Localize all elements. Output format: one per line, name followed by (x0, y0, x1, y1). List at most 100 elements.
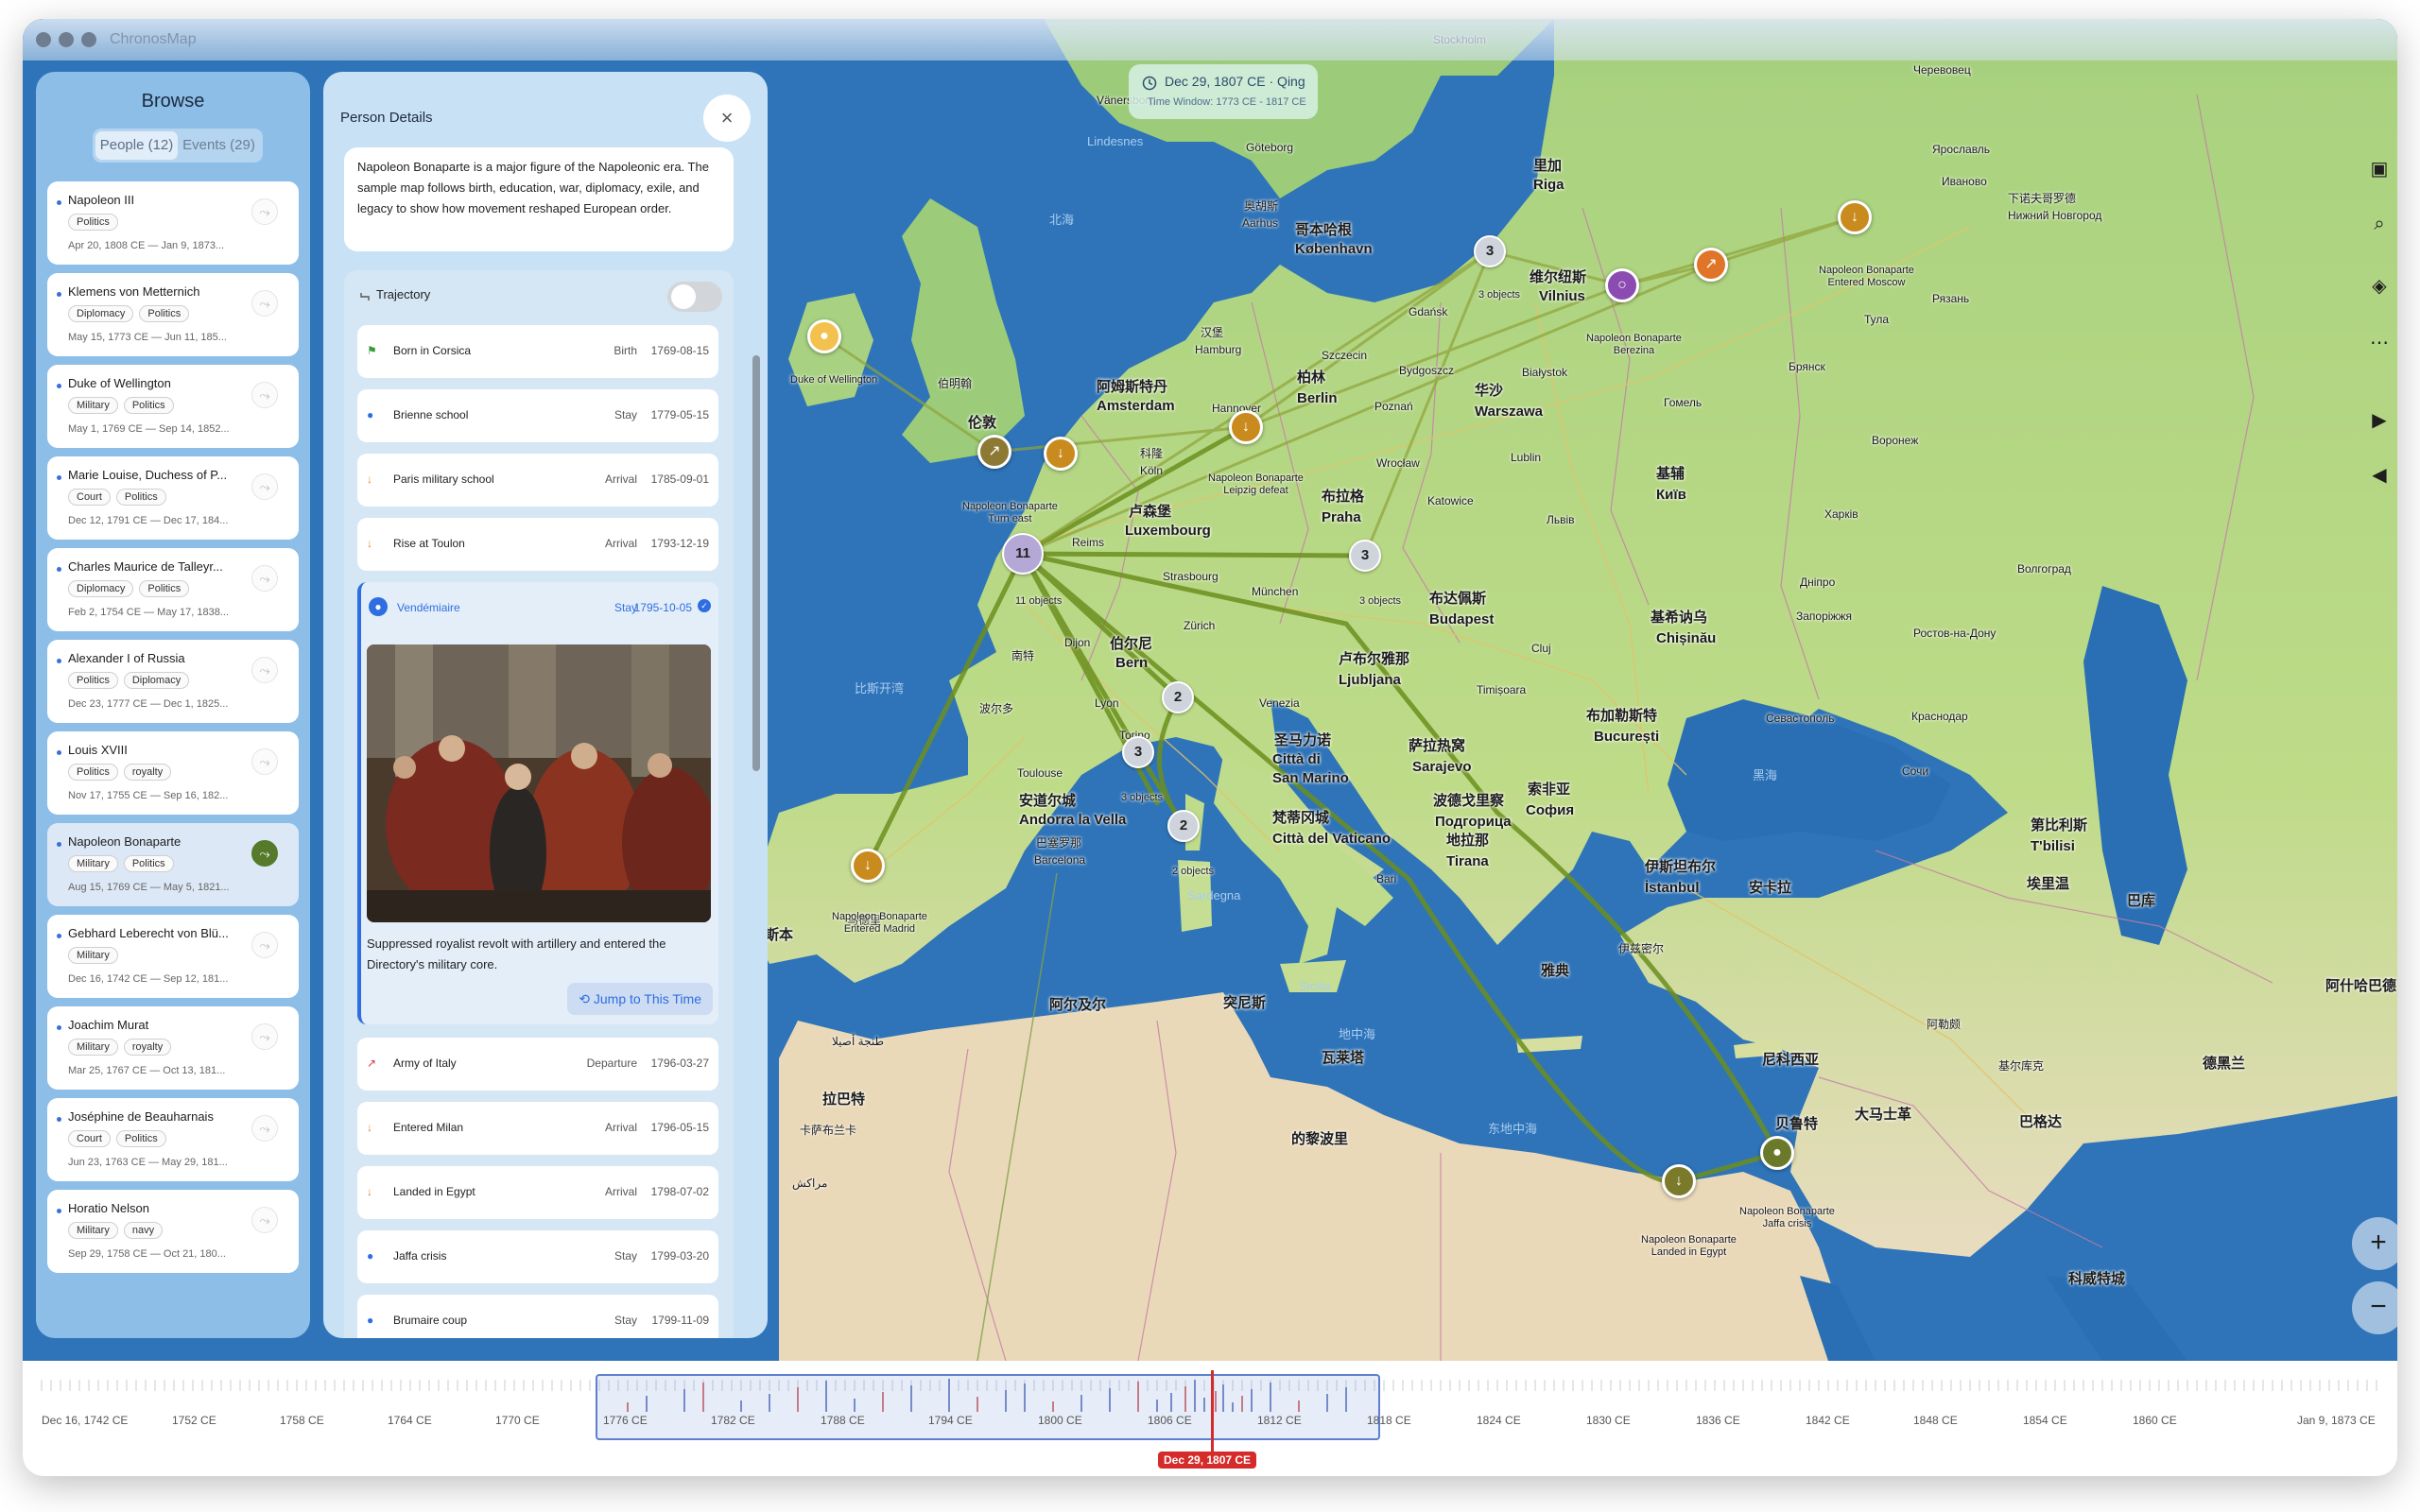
minimize-window-button[interactable] (59, 32, 74, 47)
marker-madrid[interactable]: ↓ (851, 849, 885, 883)
marker-jaffa[interactable]: ● (1760, 1136, 1794, 1170)
cluster-label: 2 objects (1172, 866, 1215, 877)
play-icon[interactable]: ▶ (2367, 408, 2392, 432)
city-label: مراكش (792, 1177, 828, 1190)
trajectory-toggle-icon[interactable]: ⤳ (251, 198, 278, 225)
trajectory-row[interactable]: ↓ Paris military school Arrival 1785-09-01 (357, 454, 718, 507)
bullet-dot (57, 934, 61, 938)
city-label: Рязань (1932, 292, 1970, 305)
row-date: 1785-09-01 (650, 472, 709, 486)
city-label: Воронеж (1872, 434, 1919, 447)
trajectory-toggle-icon[interactable]: ⤳ (251, 565, 278, 592)
layers-icon[interactable]: ◈ (2367, 274, 2392, 298)
current-date-chip[interactable]: Dec 29, 1807 CE · Qing Time Window: 1773… (1129, 64, 1318, 119)
search-icon[interactable]: ⌕ (2367, 214, 2392, 235)
person-card[interactable]: Marie Louise, Duchess of P... Court Politi… (47, 456, 299, 540)
trajectory-toggle-icon[interactable]: ⤳ (251, 840, 278, 867)
person-card[interactable]: Alexander I of Russia Politics Diplomacy De… (47, 640, 299, 723)
row-label: Entered Milan (393, 1121, 464, 1134)
marker-moscow[interactable]: ↓ (1838, 200, 1872, 234)
tab-people[interactable]: People (12) (95, 131, 178, 160)
person-icon: ● (367, 1249, 374, 1263)
trajectory-row[interactable]: ↓ Landed in Egypt Arrival 1798-07-02 (357, 1166, 718, 1219)
close-details-button[interactable]: × (703, 94, 751, 142)
person-dates: Mar 25, 1767 CE — Oct 13, 181... (68, 1065, 226, 1076)
marker-berezina[interactable]: ○ (1605, 268, 1639, 302)
timeline-tick-label: 1860 CE (2133, 1414, 2177, 1427)
trajectory-toggle-icon[interactable]: ⤳ (251, 657, 278, 683)
trajectory-toggle-icon[interactable]: ⤳ (251, 1207, 278, 1233)
person-card[interactable]: Napoleon III Politics Apr 20, 1808 CE — Ja… (47, 181, 299, 265)
marker-label: Napoleon Bonaparte Landed in Egypt (1641, 1234, 1737, 1259)
city-label: 巴库 (2127, 893, 2156, 909)
marker-waterloo[interactable]: ↓ (1044, 437, 1078, 471)
city-label: Chișinău (1656, 630, 1717, 646)
person-name: Alexander I of Russia (68, 651, 185, 665)
trajectory-toggle[interactable] (667, 282, 722, 312)
zoom-window-button[interactable] (81, 32, 96, 47)
trajectory-row[interactable]: ↓ Rise at Toulon Arrival 1793-12-19 (357, 518, 718, 571)
marker-smolensk[interactable]: ↗ (1694, 248, 1728, 282)
person-card[interactable]: Louis XVIII Politics royalty Nov 17, 1755 C… (47, 731, 299, 815)
trajectory-row[interactable]: ⚑ Born in Corsica Birth 1769-08-15 (357, 325, 718, 378)
person-card[interactable]: Duke of Wellington Military Politics May 1,… (47, 365, 299, 448)
city-label: 伊斯坦布尔 (1645, 859, 1717, 875)
zoom-out-button[interactable]: − (2352, 1281, 2397, 1334)
person-card[interactable]: Joséphine de Beauharnais Court Politics Jun… (47, 1098, 299, 1181)
step-back-icon[interactable]: ◀ (2367, 463, 2392, 487)
trajectory-toggle-icon[interactable]: ⤳ (251, 932, 278, 958)
trajectory-toggle-icon[interactable]: ⤳ (251, 473, 278, 500)
cluster-vilnius[interactable]: 3 (1474, 235, 1506, 267)
row-label: Jaffa crisis (393, 1249, 447, 1263)
details-scrollbar[interactable] (752, 355, 760, 771)
cluster-vienna[interactable]: 3 (1349, 540, 1381, 572)
trajectory-row[interactable]: ↓ Entered Milan Arrival 1796-05-15 (357, 1102, 718, 1155)
trajectory-toggle-icon[interactable]: ⤳ (251, 748, 278, 775)
row-label: Born in Corsica (393, 344, 472, 357)
cluster-provence[interactable]: 3 (1122, 736, 1154, 768)
arrow-down-icon: ↓ (367, 1121, 372, 1134)
city-label: 德黑兰 (2203, 1056, 2246, 1072)
cluster-paris[interactable]: 11 (1002, 533, 1044, 575)
city-label: 维尔纽斯 (1530, 269, 1587, 285)
timeline[interactable]: Dec 16, 1742 CE 1752 CE 1758 CE 1764 CE 1770… (23, 1361, 2397, 1476)
tag-badge: Court (68, 489, 111, 506)
cluster-alps[interactable]: 2 (1162, 681, 1194, 713)
jump-to-time-button[interactable]: ⟲ Jump to This Time (567, 983, 713, 1015)
person-card[interactable]: Charles Maurice de Talleyr... Diplomacy Po… (47, 548, 299, 631)
cluster-corsica[interactable]: 2 (1167, 810, 1200, 842)
person-card[interactable]: Horatio Nelson Military navy Sep 29, 1758 C… (47, 1190, 299, 1273)
trajectory-row[interactable]: ● Brumaire coup Stay 1799-11-09 (357, 1295, 718, 1338)
trajectory-toggle-icon[interactable]: ⤳ (251, 290, 278, 317)
zoom-in-button[interactable]: + (2352, 1217, 2397, 1270)
person-card[interactable]: Joachim Murat Military royalty Mar 25, 1767… (47, 1006, 299, 1090)
tab-events[interactable]: Events (29) (178, 131, 260, 160)
person-name: Duke of Wellington (68, 376, 171, 390)
person-card[interactable]: Napoleon Bonaparte Military Politics Aug 15… (47, 823, 299, 906)
city-label: Katowice (1427, 494, 1474, 507)
sidebar-toggle-icon[interactable]: ▣ (2367, 157, 2392, 180)
city-label: 大马士革 (1855, 1107, 1912, 1123)
trajectory-row-expanded[interactable]: ● Vendémiaire Stay 1795-10-05 ✓ Suppress… (357, 582, 718, 1024)
person-card[interactable]: Klemens von Metternich Diplomacy Politics M… (47, 273, 299, 356)
timeline-window-selection[interactable] (596, 1374, 1380, 1440)
close-window-button[interactable] (36, 32, 51, 47)
trajectory-toggle-icon[interactable]: ⤳ (251, 1023, 278, 1050)
trajectory-row[interactable]: ↗ Army of Italy Departure 1796-03-27 (357, 1038, 718, 1091)
sea-label: 比斯开湾 (855, 681, 905, 696)
marker-leipzig[interactable]: ↓ (1229, 410, 1263, 444)
marker-label: Napoleon Bonaparte Entered Madrid (832, 911, 927, 936)
more-icon[interactable]: ⋯ (2367, 331, 2392, 354)
trajectory-row[interactable]: ● Jaffa crisis Stay 1799-03-20 (357, 1230, 718, 1283)
arrow-down-icon: ↓ (367, 537, 372, 550)
trajectory-row[interactable]: ● Brienne school Stay 1779-05-15 (357, 389, 718, 442)
trajectory-toggle-icon[interactable]: ⤳ (251, 382, 278, 408)
timeline-playhead[interactable] (1211, 1370, 1214, 1461)
marker-wellington[interactable]: ● (807, 319, 841, 353)
expanded-label: Vendémiaire (397, 601, 460, 614)
marker-egypt[interactable]: ↓ (1662, 1164, 1696, 1198)
marker-turn-east[interactable]: ↗ (977, 435, 1011, 469)
row-kind: Arrival (604, 472, 637, 486)
person-card[interactable]: Gebhard Leberecht von Blü... Military Dec … (47, 915, 299, 998)
trajectory-toggle-icon[interactable]: ⤳ (251, 1115, 278, 1142)
